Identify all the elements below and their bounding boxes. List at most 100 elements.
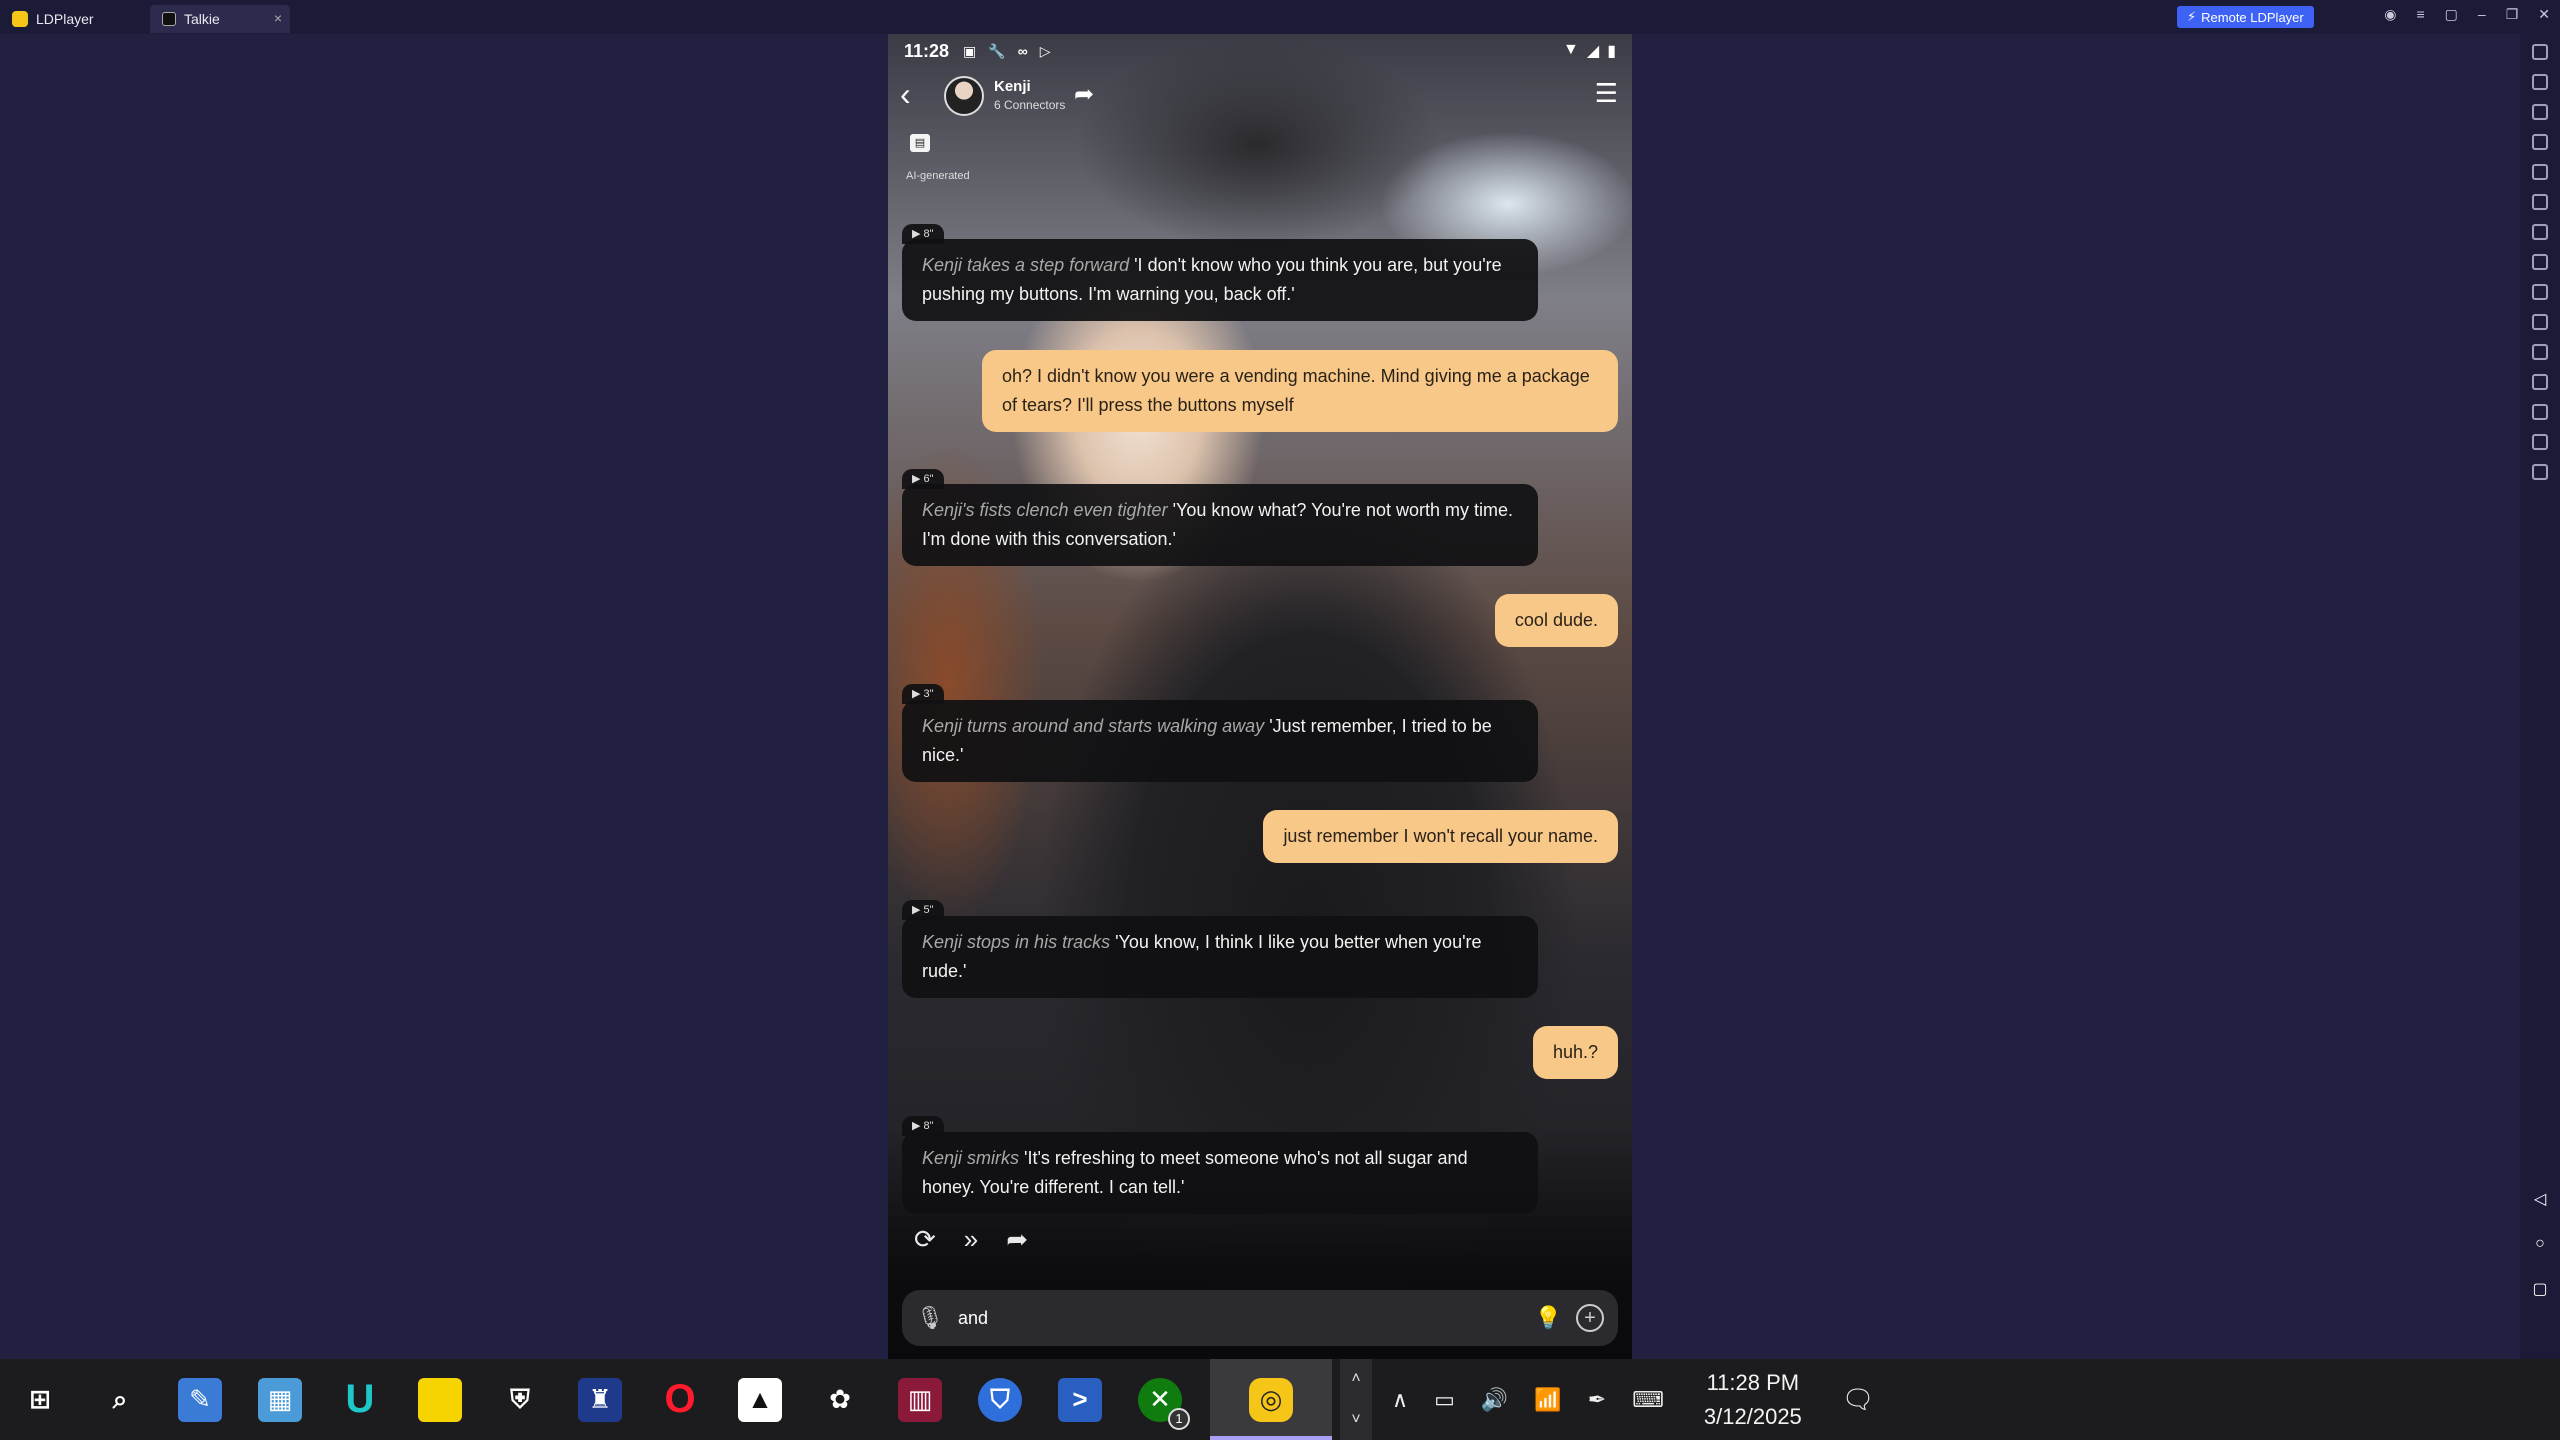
message-action: Kenji turns around and starts walking aw… [922,716,1265,736]
taskbar-clock[interactable]: 11:28 PM 3/12/2025 [1704,1366,1802,1434]
lightbulb-icon[interactable]: 💡 [1535,1305,1562,1331]
regenerate-icon[interactable]: ⟳ [914,1224,936,1255]
taskbar-app-picsart[interactable]: ✿ [800,1359,880,1440]
restore-icon[interactable]: ❐ [2506,6,2519,23]
volume-icon[interactable]: 🔊 [1481,1387,1508,1413]
taskbar-app-sticky-notes[interactable] [400,1359,480,1440]
character-subtitle: 6 Connectors [994,98,1066,112]
folder-icon[interactable] [2532,404,2548,420]
emulator-titlebar: LDPlayer Talkie × ⚡ Remote LDPlayer ◉ ≡ … [0,0,2560,34]
robot-icon[interactable] [2532,254,2548,270]
volume-up-icon[interactable] [2532,104,2548,120]
taskbar-app-a[interactable]: ▲ [720,1359,800,1440]
tab-ldplayer[interactable]: LDPlayer [0,5,150,33]
volume-down-icon[interactable] [2532,134,2548,150]
bitwarden-icon: ⛉ [978,1377,1022,1422]
remote-ldplayer-button[interactable]: ⚡ Remote LDPlayer [2177,6,2314,28]
taskbar-app-paint[interactable]: ✎ [160,1359,240,1440]
ai-message: Kenji turns around and starts walking aw… [902,700,1538,782]
apk-icon[interactable] [2532,344,2548,360]
status-bar: 11:28 ▣ 🔧 ∞ ▷ ▼ ◢ ▮ [888,34,1632,68]
taskbar-app-defender[interactable]: ⛨ [480,1359,560,1440]
share-message-icon[interactable]: ➦ [1006,1224,1028,1255]
status-icons: ▣ 🔧 ∞ ▷ [963,43,1050,60]
close-window-icon[interactable]: ✕ [2538,6,2550,23]
hamburger-menu-icon[interactable]: ☰ [1595,78,1618,109]
taskbar-app-opera[interactable]: O [640,1359,720,1440]
microphone-icon[interactable]: 🎙 [916,1305,944,1331]
lightning-icon: ⚡ [2187,9,2197,24]
multi-window-icon[interactable]: ▢ [2445,6,2458,23]
menu-icon[interactable]: ≡ [2417,6,2425,23]
taskbar-app-bitwarden[interactable]: ⛉ [960,1359,1040,1440]
message-action: Kenji smirks [922,1148,1020,1168]
ai-message: Kenji's fists clench even tighter 'You k… [902,484,1538,566]
battery-tray-icon[interactable]: ▭ [1434,1387,1455,1413]
signal-icon: ◢ [1586,43,1600,60]
recents-nav-icon[interactable]: ▢ [2532,1279,2547,1299]
ai-message: Kenji takes a step forward 'I don't know… [902,239,1538,321]
u-app-icon: U [345,1377,375,1421]
message-action: Kenji's fists clench even tighter [922,500,1168,520]
avatar[interactable] [944,76,984,116]
taskbar-app-xbox[interactable]: ✕ 1 [1120,1359,1200,1440]
taskbar-app-game[interactable]: ♜ [560,1359,640,1440]
taskbar-app-ldplayer[interactable]: ◎ [1210,1359,1332,1440]
home-nav-icon[interactable]: ○ [2535,1235,2545,1253]
message-text: cool dude. [1514,610,1598,630]
taskbar-app-search[interactable]: ⌕ [80,1359,160,1440]
message-text: just remember I won't recall your name. [1283,826,1598,846]
paint-icon: ✎ [178,1377,222,1422]
continue-icon[interactable]: » [964,1224,978,1255]
settings-icon[interactable] [2532,44,2548,60]
location-icon[interactable] [2532,434,2548,450]
taskbar-app-powershell[interactable]: > [1040,1359,1120,1440]
minimize-icon[interactable]: – [2478,6,2486,23]
close-tab-icon[interactable]: × [274,10,282,26]
chat-input-bar: 🎙 💡 + [902,1290,1618,1346]
chat-header: ‹ Kenji 6 Connectors ➦ ☰ [888,68,1632,124]
start-button[interactable]: ⊞ [0,1359,80,1440]
sync-icon[interactable] [2532,194,2548,210]
tab-label: LDPlayer [36,11,94,27]
user-message: cool dude. [1494,594,1618,647]
sticky-notes-icon [418,1377,462,1422]
ai-message: Kenji stops in his tracks 'You know, I t… [902,916,1538,998]
battery-icon: ▮ [1607,43,1616,60]
network-icon[interactable]: 📶 [1534,1387,1561,1413]
status-right: ▼ ◢ ▮ [1563,41,1616,61]
keyboard-icon[interactable]: ⌨ [1632,1387,1664,1413]
notifications-icon[interactable]: 🗨 [1842,1384,1875,1415]
message-input[interactable] [957,1307,1521,1329]
shake-icon[interactable] [2532,374,2548,390]
taskbar-app-u[interactable]: U [320,1359,400,1440]
video-icon[interactable] [2532,314,2548,330]
defender-icon: ⛨ [510,1383,530,1414]
chevron-up-icon[interactable]: ˄ [1351,1370,1360,1388]
app-a-icon: ▲ [738,1377,782,1422]
character-name[interactable]: Kenji [994,78,1031,95]
keyboard-mapping-icon[interactable] [2532,74,2548,90]
ai-generated-label: AI-generated [906,170,970,182]
multi-instance-icon[interactable] [2532,464,2548,480]
pen-icon[interactable]: ✒ [1588,1387,1606,1413]
message-action: Kenji stops in his tracks [922,932,1111,952]
tab-talkie[interactable]: Talkie × [150,5,290,33]
screenshot-icon[interactable] [2532,164,2548,180]
back-nav-icon[interactable]: ◁ [2534,1189,2546,1209]
ldplayer-icon: ◎ [1249,1377,1293,1422]
share-icon[interactable]: ➦ [1074,80,1094,109]
taskbar-app-control-panel[interactable]: ▦ [240,1359,320,1440]
message-action: Kenji takes a step forward [922,255,1130,275]
back-icon[interactable]: ‹ [900,78,911,110]
taskbar-app-winrar[interactable]: ▥ [880,1359,960,1440]
account-icon[interactable]: ◉ [2384,6,2396,23]
window-controls: ◉ ≡ ▢ – ❐ ✕ [2384,6,2550,23]
phone-screen: 11:28 ▣ 🔧 ∞ ▷ ▼ ◢ ▮ ‹ Kenji 6 Connectors… [888,34,1632,1359]
scissors-icon[interactable] [2532,284,2548,300]
chevron-down-icon[interactable]: ˅ [1351,1411,1360,1429]
record-icon[interactable] [2532,224,2548,240]
show-hidden-icons-icon[interactable]: ∧ [1392,1387,1408,1413]
taskbar-overflow-scroll[interactable]: ˄ ˅ [1340,1359,1372,1440]
add-icon[interactable]: + [1576,1304,1604,1332]
